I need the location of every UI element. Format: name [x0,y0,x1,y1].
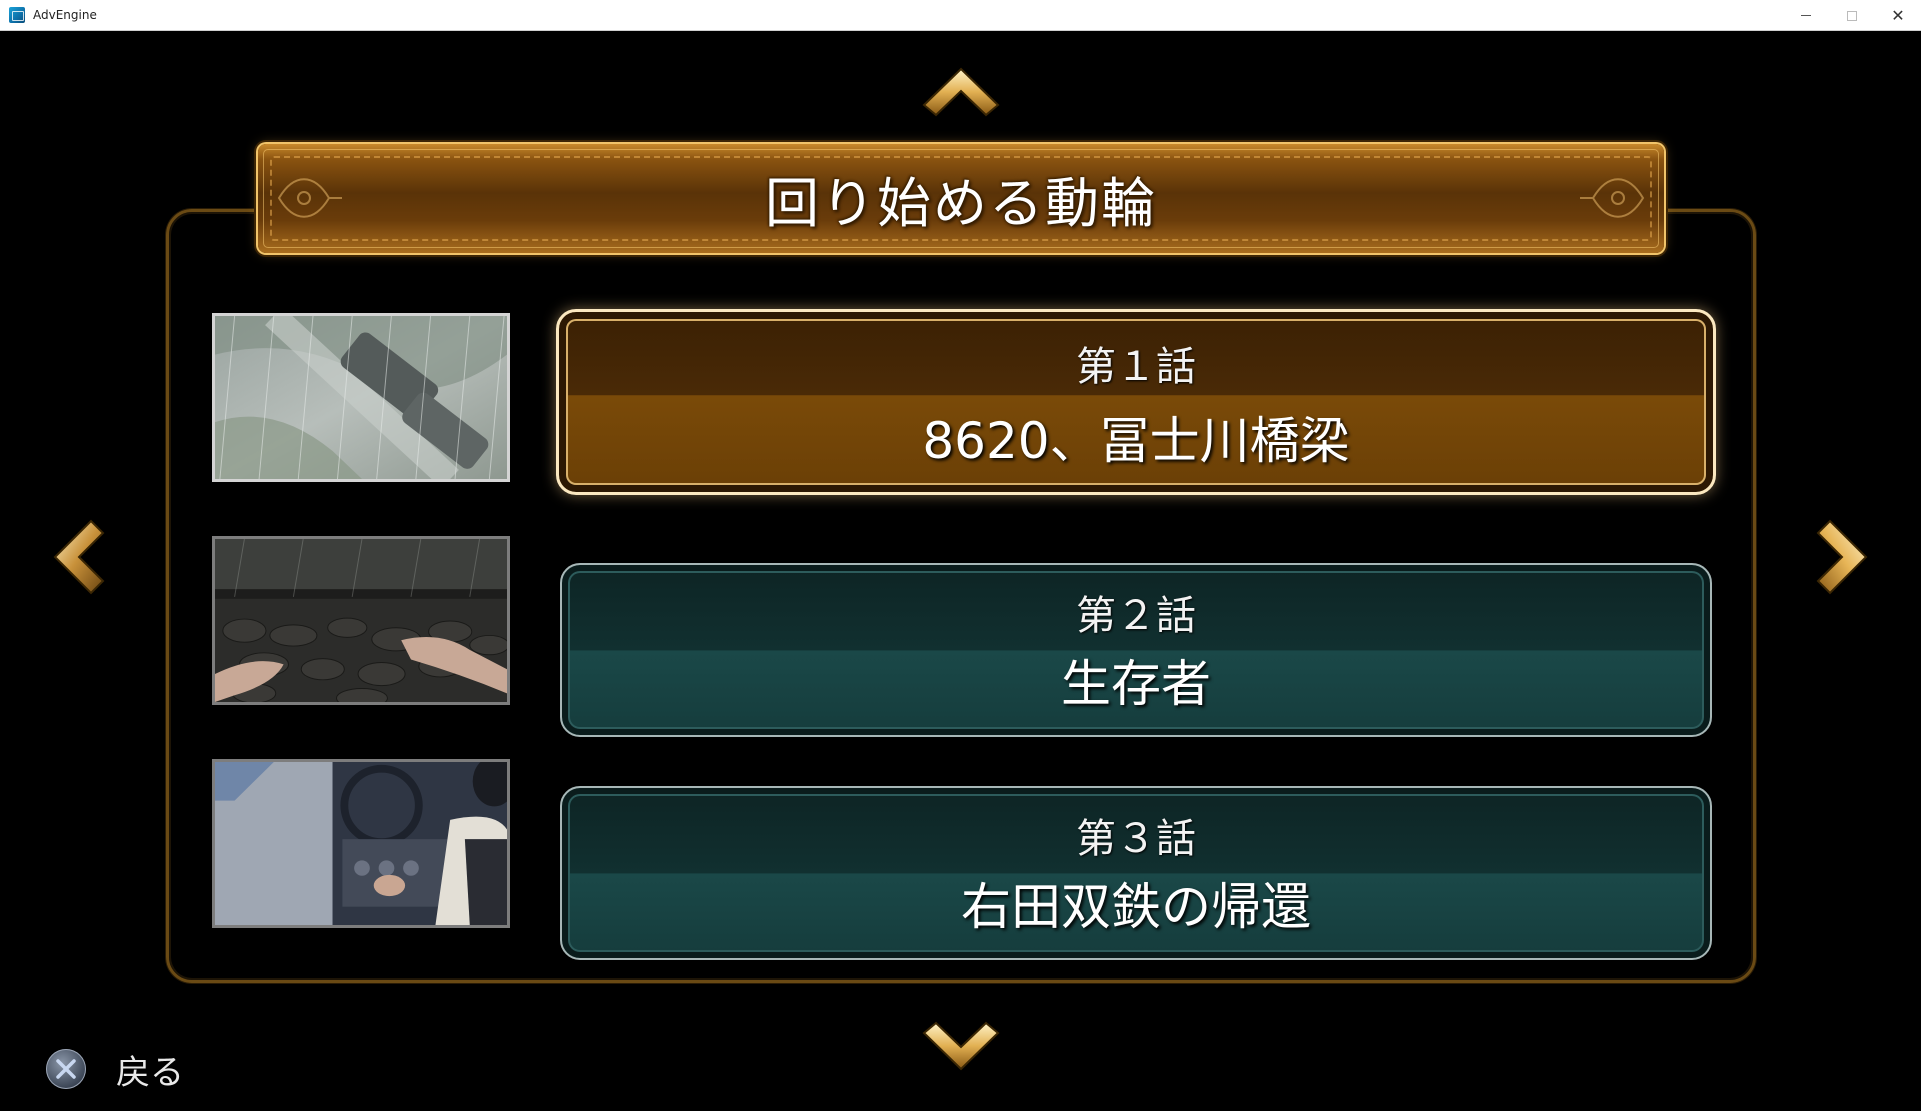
episode-1-number: 第１話 [1076,344,1196,390]
chevron-up-icon [922,67,1000,117]
maximize-icon [1847,10,1857,21]
episode-3-card[interactable]: 第３話 右田双鉄の帰還 [560,786,1712,960]
cross-button-icon [46,1049,86,1089]
hands-on-rubble-image [215,539,507,702]
maximize-button[interactable] [1829,0,1875,31]
rainy-train-aerial-image [215,316,507,479]
episode-2-thumbnail[interactable] [212,536,510,705]
episode-3-thumbnail[interactable] [212,759,510,928]
episode-2-title: 生存者 [1061,655,1211,713]
close-icon: ✕ [1891,6,1905,25]
minimize-icon [1801,15,1811,16]
back-button[interactable]: 戻る [46,1045,184,1093]
close-button[interactable]: ✕ [1875,0,1921,31]
chevron-left-icon [53,519,105,595]
chapter-banner: 回り始める動輪 [258,144,1664,253]
chapter-title: 回り始める動輪 [765,172,1157,235]
next-chapter-arrow[interactable] [1816,519,1868,595]
window-controls: ✕ [1783,0,1921,31]
episode-3-title: 右田双鉄の帰還 [961,878,1311,936]
chevron-down-icon [922,1021,1000,1071]
app-icon [9,7,25,23]
back-label: 戻る [116,1052,184,1093]
train-cab-driver-image [215,762,507,925]
chevron-right-icon [1816,519,1868,595]
flourish-left-icon [277,178,342,218]
episode-2-card[interactable]: 第２話 生存者 [560,563,1712,737]
episode-1-card[interactable]: 第１話 8620、冨士川橋梁 [556,309,1716,495]
minimize-button[interactable] [1783,0,1829,31]
window-title: AdvEngine [33,8,97,22]
flourish-right-icon [1580,178,1645,218]
scroll-up-arrow[interactable] [922,67,1000,119]
previous-chapter-arrow[interactable] [53,519,105,595]
window-titlebar: AdvEngine ✕ [0,0,1921,31]
episode-1-title: 8620、冨士川橋梁 [922,412,1350,470]
scroll-down-arrow[interactable] [922,1019,1000,1071]
episode-1-thumbnail[interactable] [212,313,510,482]
game-screen: 回り始める動輪 第１話 8620、冨士川橋梁 第２話 生存者 第３話 右田双鉄の… [0,31,1921,1111]
